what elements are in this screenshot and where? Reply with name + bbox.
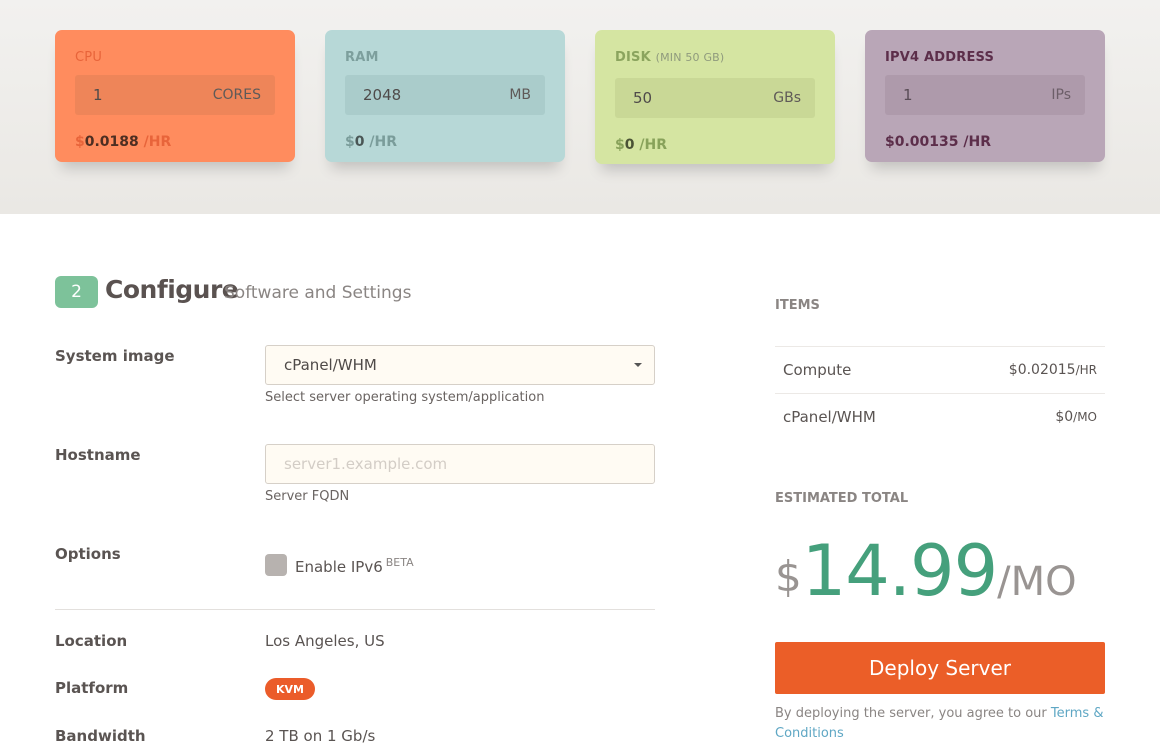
- cpu-card: CPU 1 CORES $0.0188 /HR: [55, 30, 295, 162]
- ipv6-label-text: Enable IPv6: [295, 558, 383, 576]
- divider: [55, 609, 655, 610]
- ipv4-title: IPV4 ADDRESS: [885, 50, 995, 65]
- item-cost: $0.02015/HR: [1009, 362, 1097, 378]
- section-subtitle: Software and Settings: [224, 283, 412, 303]
- cpu-title: CPU: [75, 50, 103, 65]
- cpu-unit: CORES: [212, 87, 261, 103]
- bandwidth-value: 2 TB on 1 Gb/s: [265, 727, 376, 745]
- item-cost-per: /HR: [1075, 363, 1097, 377]
- ipv4-price: $0.00135 /HR: [885, 134, 991, 150]
- cpu-price: $0.0188 /HR: [75, 134, 171, 150]
- ipv4-value: 1: [903, 86, 913, 104]
- disk-price-currency: $: [615, 137, 625, 153]
- total-amount: 14.99: [801, 530, 998, 612]
- disk-price-per: /HR: [639, 137, 667, 153]
- location-value: Los Angeles, US: [265, 632, 385, 650]
- beta-badge: BETA: [385, 556, 414, 569]
- disk-title-note: (MIN 50 GB): [655, 51, 725, 64]
- ipv6-checkbox[interactable]: [265, 554, 287, 576]
- total-currency: $: [775, 552, 802, 601]
- item-cost-value: $0.02015: [1008, 362, 1076, 378]
- platform-badge: KVM: [265, 678, 315, 700]
- ram-value: 2048: [363, 86, 402, 104]
- items-list: Compute $0.02015/HR cPanel/WHM $0/MO: [775, 346, 1105, 440]
- deploy-server-button[interactable]: Deploy Server: [775, 642, 1105, 694]
- ipv4-price-currency: $: [885, 134, 895, 150]
- items-heading: ITEMS: [775, 298, 820, 313]
- estimated-total: $14.99/MO: [775, 530, 1077, 612]
- bandwidth-label: Bandwidth: [55, 727, 146, 745]
- disk-title: DISK (MIN 50 GB): [615, 50, 724, 65]
- disk-price: $0 /HR: [615, 137, 667, 153]
- system-image-selected: cPanel/WHM: [284, 356, 377, 374]
- options-label: Options: [55, 545, 121, 563]
- disk-title-text: DISK: [615, 50, 651, 65]
- ipv4-price-per: /HR: [963, 134, 992, 150]
- ipv4-card: IPV4 ADDRESS 1 IPs $0.00135 /HR: [865, 30, 1105, 162]
- location-label: Location: [55, 632, 128, 650]
- ipv4-unit: IPs: [1051, 87, 1071, 103]
- estimated-total-heading: ESTIMATED TOTAL: [775, 491, 909, 506]
- disk-unit: GBs: [773, 90, 801, 106]
- disk-input[interactable]: 50 GBs: [615, 78, 815, 118]
- disk-price-value: 0: [624, 137, 635, 153]
- item-name: cPanel/WHM: [783, 408, 876, 426]
- chevron-down-icon: [634, 363, 642, 367]
- disk-card: DISK (MIN 50 GB) 50 GBs $0 /HR: [595, 30, 835, 164]
- disk-value: 50: [633, 89, 653, 107]
- item-cost-per: /MO: [1073, 410, 1097, 424]
- ram-price: $0 /HR: [345, 134, 397, 150]
- ipv6-label[interactable]: Enable IPv6 BETA: [295, 556, 414, 576]
- ram-unit: MB: [509, 87, 531, 103]
- hostname-label: Hostname: [55, 446, 141, 464]
- ram-input[interactable]: 2048 MB: [345, 75, 545, 115]
- ram-price-value: 0: [354, 134, 365, 150]
- total-per: /MO: [997, 559, 1077, 605]
- ram-title: RAM: [345, 50, 379, 65]
- list-item: Compute $0.02015/HR: [775, 346, 1105, 393]
- system-image-help: Select server operating system/applicati…: [265, 390, 545, 405]
- item-cost: $0/MO: [1055, 409, 1097, 425]
- system-image-select[interactable]: cPanel/WHM: [265, 345, 655, 385]
- system-image-label: System image: [55, 347, 175, 365]
- ram-price-currency: $: [345, 134, 355, 150]
- ram-card: RAM 2048 MB $0 /HR: [325, 30, 565, 162]
- cpu-cores-input[interactable]: 1 CORES: [75, 75, 275, 115]
- ram-price-per: /HR: [369, 134, 397, 150]
- cpu-price-value: 0.0188: [84, 134, 139, 150]
- ipv4-input[interactable]: 1 IPs: [885, 75, 1085, 115]
- item-cost-value: $0: [1055, 409, 1074, 425]
- item-name: Compute: [783, 361, 852, 379]
- ipv4-price-value: 0.00135: [894, 134, 959, 150]
- cpu-value: 1: [93, 86, 103, 104]
- terms-text: By deploying the server, you agree to ou…: [775, 706, 1051, 721]
- step-number-badge: 2: [55, 276, 98, 308]
- section-title: Configure: [105, 275, 239, 304]
- hostname-input[interactable]: [265, 444, 655, 484]
- hostname-help: Server FQDN: [265, 489, 350, 504]
- terms-notice: By deploying the server, you agree to ou…: [775, 704, 1115, 744]
- cpu-price-currency: $: [75, 134, 85, 150]
- list-item: cPanel/WHM $0/MO: [775, 393, 1105, 440]
- platform-label: Platform: [55, 679, 129, 697]
- cpu-price-per: /HR: [143, 134, 172, 150]
